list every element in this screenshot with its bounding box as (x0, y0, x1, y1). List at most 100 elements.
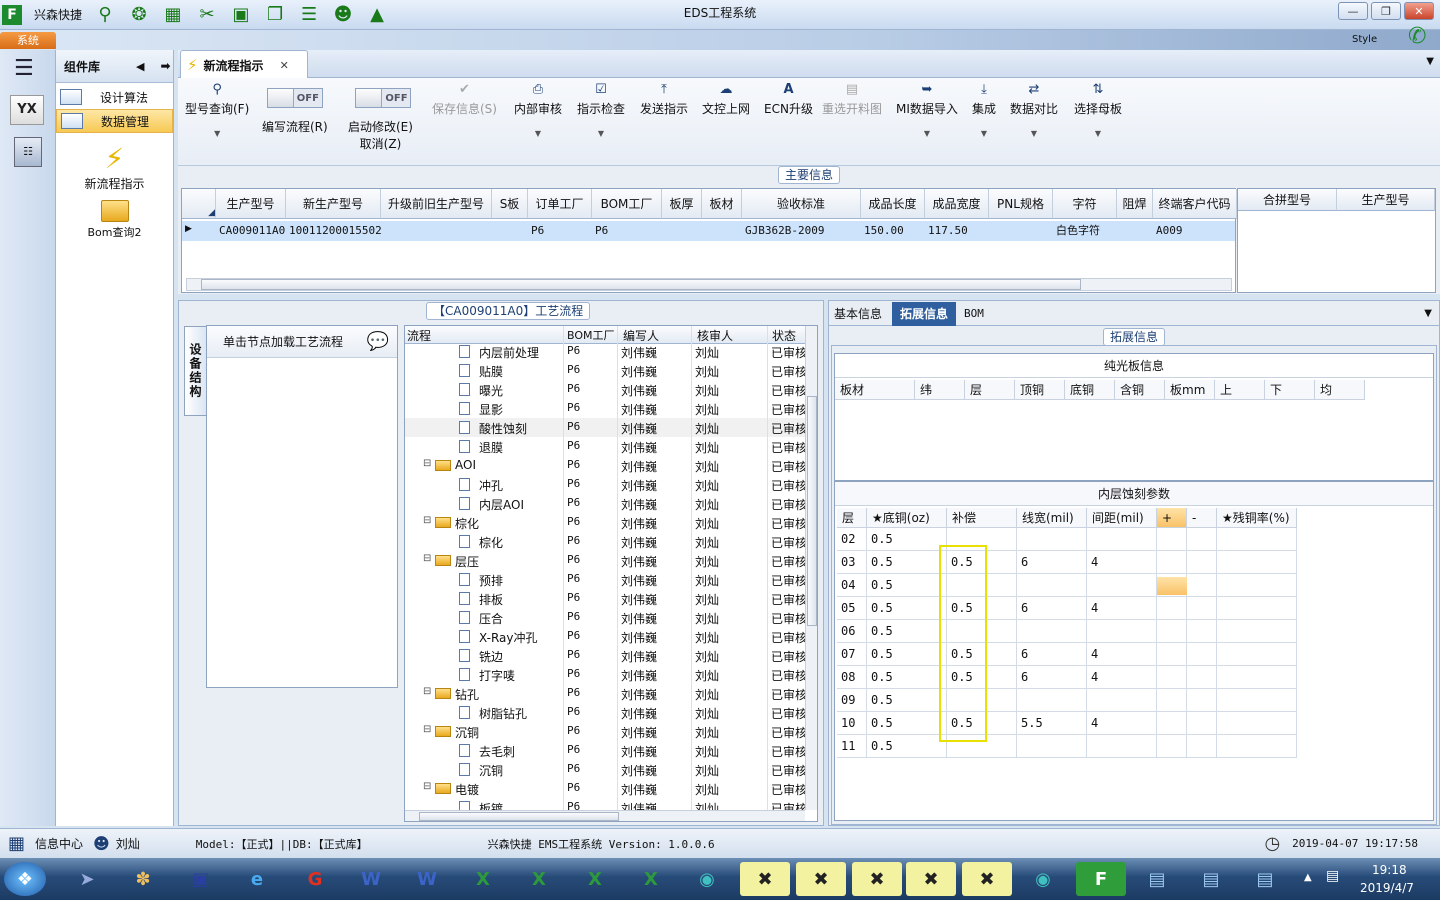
cell-order-factory[interactable]: P6 (528, 221, 544, 241)
search-icon[interactable]: ⚲ (92, 4, 118, 26)
taskbar-excel-icon[interactable]: X (458, 862, 508, 896)
taskbar-x-window-icon[interactable]: ✖ (740, 862, 790, 896)
col-header[interactable]: 成品长度 (861, 189, 925, 219)
tree-row[interactable]: ⊟ 棕化 P6 刘伟巍 刘灿 已审核 (405, 513, 805, 532)
grid-cell[interactable] (1187, 689, 1217, 712)
clock-time[interactable]: 19:18 (1372, 863, 1407, 877)
windows-grid-icon[interactable]: ▦ (8, 833, 25, 854)
close-tab-icon[interactable]: ✕ (280, 59, 289, 72)
grid-cell[interactable]: 09 (837, 689, 867, 712)
tree-row[interactable]: ⊟ AOI P6 刘伟巍 刘灿 已审核 (405, 456, 805, 475)
grid-cell[interactable]: 4 (1087, 666, 1157, 689)
menu-icon[interactable]: ☰ (14, 56, 55, 81)
tab-list-dropdown-icon[interactable]: ▼ (1426, 56, 1434, 67)
start-button[interactable]: ❖ (4, 862, 46, 896)
col-header[interactable]: 上 (1215, 380, 1265, 400)
col-header[interactable]: + (1157, 508, 1187, 528)
grid-cell[interactable] (1187, 528, 1217, 551)
model-query-button[interactable]: ⚲ 型号查询(F) ▼ (185, 82, 249, 138)
grid-cell[interactable] (1217, 528, 1297, 551)
col-header[interactable]: 阻焊 (1117, 189, 1153, 219)
col-header[interactable]: ★底铜(oz) (867, 508, 947, 528)
grid-cell[interactable]: 04 (837, 574, 867, 597)
grid-cell[interactable]: 0.5 (867, 551, 947, 574)
minimize-button[interactable]: — (1338, 2, 1368, 20)
scissors-icon[interactable]: ✂ (194, 4, 220, 26)
grid-cell[interactable] (1087, 689, 1157, 712)
col-header[interactable]: S板 (492, 189, 528, 219)
grid-cell[interactable] (1087, 528, 1157, 551)
tab-new-flow[interactable]: ⚡ 新流程指示 ✕ (180, 50, 308, 79)
col-header[interactable]: 线宽(mil) (1017, 508, 1087, 528)
grid-cell[interactable] (1087, 574, 1157, 597)
grid-cell[interactable] (1217, 666, 1297, 689)
tab-extended-info[interactable]: 拓展信息 (892, 301, 957, 326)
film-icon[interactable]: ▣ (228, 4, 254, 26)
taskbar-shell-icon[interactable]: ✽ (118, 862, 168, 896)
col-header[interactable]: PNL规格 (989, 189, 1053, 219)
taskbar-excel-icon[interactable]: X (514, 862, 564, 896)
doc-upload-button[interactable]: ☁ 文控上网 (702, 82, 750, 117)
col-header[interactable]: ★残铜率(%) (1217, 508, 1297, 528)
grid-cell[interactable] (1217, 551, 1297, 574)
instruction-check-button[interactable]: ☑ 指示检查 ▼ (577, 82, 625, 138)
close-button[interactable]: ✕ (1404, 2, 1434, 20)
tree-row[interactable]: 压合 P6 刘伟巍 刘灿 已审核 (405, 608, 805, 627)
tree-row[interactable]: 内层前处理 P6 刘伟巍 刘灿 已审核 (405, 342, 805, 361)
globe-icon[interactable]: ❂ (126, 4, 152, 26)
grid-cell[interactable] (1187, 643, 1217, 666)
grid-cell[interactable] (1157, 551, 1187, 574)
grid-cell[interactable] (1217, 574, 1297, 597)
launcher-bom-query[interactable]: Bom查询2 (56, 200, 173, 240)
col-header[interactable]: 板材 (702, 189, 742, 219)
calculator-icon[interactable]: ☷ (14, 137, 42, 167)
taskbar-ie-icon[interactable]: e (232, 862, 282, 896)
grid-icon[interactable]: ▦ (160, 4, 186, 26)
col-header[interactable]: 层 (837, 508, 867, 528)
col-header[interactable]: 升级前旧生产型号 (381, 189, 492, 219)
chart-icon[interactable]: ▲ (364, 4, 390, 26)
ecn-upgrade-button[interactable]: A ECN升级 (764, 82, 813, 117)
grid-cell[interactable] (1217, 597, 1297, 620)
tree-row[interactable]: 棕化 P6 刘伟巍 刘灿 已审核 (405, 532, 805, 551)
grid-cell[interactable]: 6 (1017, 551, 1087, 574)
internal-review-button[interactable]: ⎙ 内部审核 ▼ (514, 82, 562, 138)
reselect-material-button[interactable]: ▤ 重选开料图 (822, 82, 882, 117)
grid-cell[interactable]: 4 (1087, 643, 1157, 666)
scroll-thumb[interactable] (807, 396, 817, 626)
col-header[interactable]: 成品宽度 (925, 189, 989, 219)
comp-item-design[interactable]: 设计算法 (56, 85, 173, 109)
grid-cell[interactable]: 11 (837, 735, 867, 758)
col-header[interactable]: 生产型号 (1337, 189, 1435, 211)
tree-row[interactable]: ⊟ 钻孔 P6 刘伟巍 刘灿 已审核 (405, 684, 805, 703)
col-header[interactable]: 间距(mil) (1087, 508, 1157, 528)
grid-cell[interactable] (1187, 735, 1217, 758)
tree-row[interactable]: 去毛刺 P6 刘伟巍 刘灿 已审核 (405, 741, 805, 760)
tree-row[interactable]: 显影 P6 刘伟巍 刘灿 已审核 (405, 399, 805, 418)
taskbar-excel-icon[interactable]: X (626, 862, 676, 896)
grid-cell[interactable] (1187, 666, 1217, 689)
grid-cell[interactable] (1017, 528, 1087, 551)
chevron-down-icon[interactable]: ▼ (1424, 308, 1432, 319)
grid-cell[interactable] (1157, 528, 1187, 551)
system-tab[interactable]: 系统 (0, 32, 56, 49)
cell-standard[interactable]: GJB362B-2009 (742, 221, 824, 241)
grid-cell[interactable]: 4 (1087, 551, 1157, 574)
col-header[interactable]: 层 (965, 380, 1015, 400)
taskbar-eye-icon[interactable]: ◉ (1018, 862, 1068, 896)
grid-cell[interactable] (1187, 712, 1217, 735)
grid-cell[interactable]: 5.5 (1017, 712, 1087, 735)
grid-cell[interactable]: 6 (1017, 597, 1087, 620)
copy-icon[interactable]: ❐ (262, 4, 288, 26)
taskbar-x-window-icon[interactable]: ✖ (796, 862, 846, 896)
cell-customer-code[interactable]: A009 (1153, 221, 1183, 241)
horizontal-scrollbar[interactable] (405, 810, 805, 821)
grid-cell[interactable] (1017, 620, 1087, 643)
col-header[interactable]: 纬 (915, 380, 965, 400)
grid-cell[interactable] (1187, 551, 1217, 574)
tree-row[interactable]: 贴膜 P6 刘伟巍 刘灿 已审核 (405, 361, 805, 380)
scroll-thumb[interactable] (419, 812, 619, 821)
grid-cell[interactable]: 06 (837, 620, 867, 643)
col-header[interactable]: BOM工厂 (567, 327, 615, 343)
grid-cell[interactable] (1187, 620, 1217, 643)
